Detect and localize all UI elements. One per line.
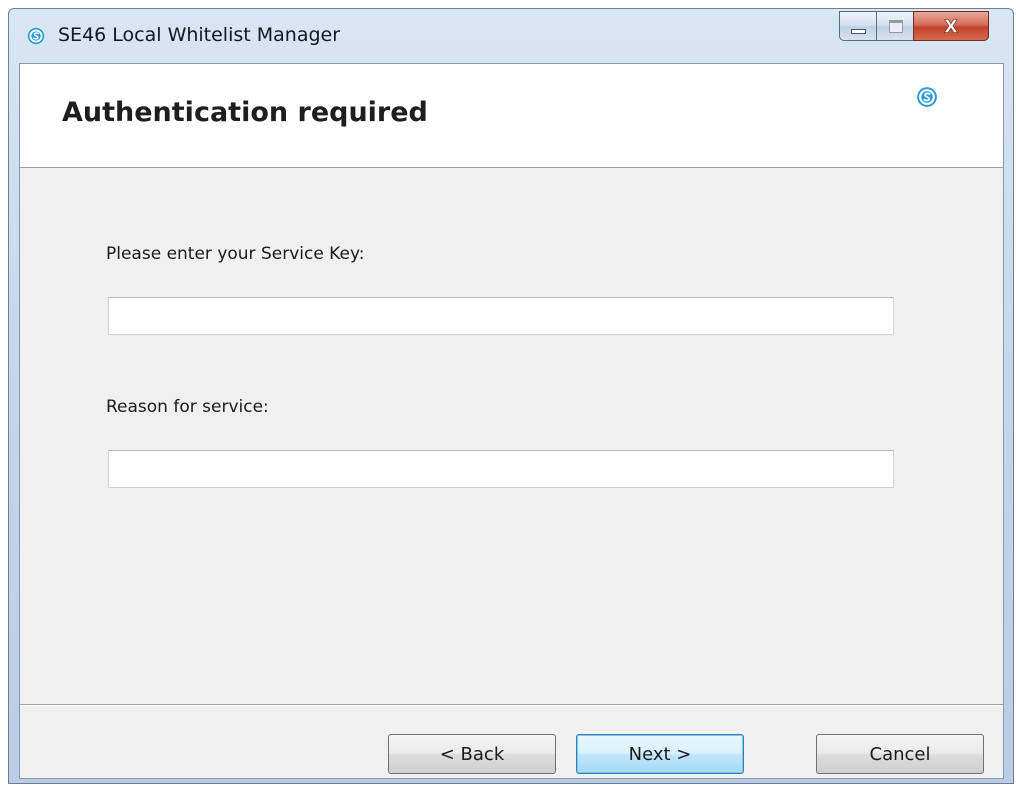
minimize-icon (851, 29, 866, 34)
window-title: SE46 Local Whitelist Manager (58, 24, 341, 46)
minimize-button[interactable] (839, 11, 877, 41)
footer-divider (20, 704, 1003, 706)
close-icon: X (944, 17, 959, 38)
service-key-label: Please enter your Service Key: (106, 244, 365, 264)
title-bar[interactable]: SE46 Local Whitelist Manager X (9, 9, 1013, 63)
reason-label: Reason for service: (106, 397, 269, 417)
maximize-button[interactable] (876, 11, 914, 41)
back-button[interactable]: < Back (388, 734, 556, 774)
reason-input[interactable] (108, 450, 894, 488)
s-circle-logo-icon (917, 87, 937, 107)
close-button[interactable]: X (913, 11, 989, 41)
page-title: Authentication required (62, 97, 428, 128)
next-button[interactable]: Next > (576, 734, 744, 774)
wizard-header: Authentication required (20, 64, 1003, 168)
close-glyph: X (944, 18, 958, 38)
maximize-icon (889, 20, 903, 33)
service-key-input[interactable] (108, 297, 894, 335)
cancel-button[interactable]: Cancel (816, 734, 984, 774)
s-circle-logo-icon (27, 27, 45, 45)
wizard-client-area: Authentication required Please enter you… (19, 63, 1004, 779)
application-window: SE46 Local Whitelist Manager X Authentic… (8, 8, 1014, 784)
